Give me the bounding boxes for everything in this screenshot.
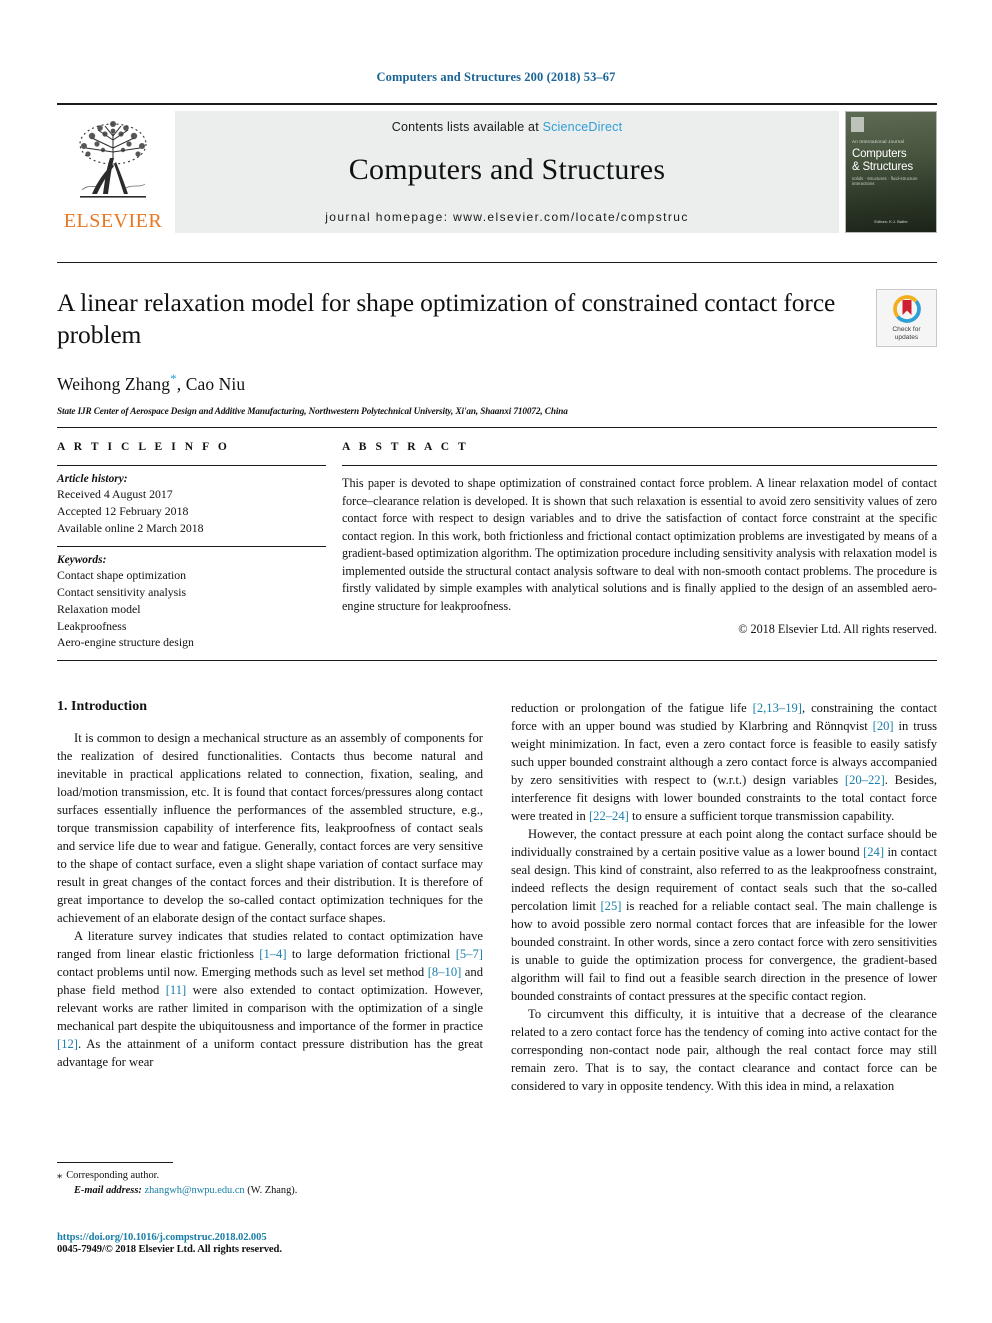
citation-ref[interactable]: [8–10]	[428, 965, 462, 979]
elsevier-tree-icon	[79, 121, 147, 198]
abstract-copyright: © 2018 Elsevier Ltd. All rights reserved…	[738, 621, 937, 636]
journal-title: Computers and Structures	[348, 153, 666, 186]
crossmark-line-2: updates	[894, 334, 919, 342]
page-title: A linear relaxation model for shape opti…	[57, 288, 836, 350]
elsevier-logo: ELSEVIER	[57, 111, 169, 233]
article-history-online: Available online 2 March 2018	[57, 520, 204, 535]
cover-name-line1: Computers	[852, 148, 907, 160]
citation-ref[interactable]: [22–24]	[589, 809, 629, 823]
abstract-column: A B S T R A C T This paper is devoted to…	[342, 441, 937, 661]
footnote-email-line: E-mail address: zhangwh@nwpu.edu.cn (W. …	[57, 1183, 483, 1199]
journal-cover-thumbnail: An International Journal Computers & Str…	[845, 111, 937, 233]
citation-ref[interactable]: [20–22]	[845, 773, 885, 787]
paragraph: reduction or prolongation of the fatigue…	[511, 701, 938, 823]
keyword-item: Leakproofness	[57, 618, 127, 633]
crossmark-icon	[892, 295, 921, 323]
paragraph: To circumvent this difficulty, it is int…	[511, 1007, 937, 1093]
keywords-label: Keywords:	[57, 554, 107, 567]
article-history-group: Article history: Received 4 August 2017 …	[57, 466, 326, 546]
keyword-item: Aero-engine structure design	[57, 635, 194, 650]
cover-name-line2: & Structures	[852, 161, 913, 174]
article-history-label: Article history:	[57, 473, 128, 485]
contents-prefix: Contents lists available at	[391, 120, 539, 134]
paragraph: However, the contact pressure at each po…	[511, 827, 937, 1003]
imprint-block: https://doi.org/10.1016/j.compstruc.2018…	[57, 1232, 483, 1255]
footnote-star-marker: ⁎	[57, 1169, 63, 1181]
footnote-block: ⁎ Corresponding author. E-mail address: z…	[57, 1157, 483, 1199]
footnote-email-address[interactable]: zhangwh@nwpu.edu.cn	[144, 1185, 244, 1196]
sciencedirect-link[interactable]: ScienceDirect	[543, 120, 623, 134]
cover-kicker: An International Journal	[852, 139, 905, 144]
abstract-heading: A B S T R A C T	[342, 441, 469, 453]
abstract-text: This paper is devoted to shape optimizat…	[342, 476, 937, 613]
citation-ref[interactable]: [20]	[873, 719, 894, 733]
affiliation: State IJR Center of Aerospace Design and…	[57, 406, 568, 417]
keyword-item: Contact shape optimization	[57, 568, 187, 583]
article-info-column: A R T I C L E I N F O Article history: R…	[57, 441, 342, 661]
crossmark-label: Check for updates	[892, 326, 920, 342]
article-history-accepted: Accepted 12 February 2018	[57, 503, 189, 518]
citation-ref[interactable]: [12]	[57, 1037, 78, 1051]
footnote-rule	[57, 1161, 173, 1163]
cover-journal-name: Computers & Structures	[852, 148, 932, 174]
body-column-left: 1. Introduction It is common to design a…	[57, 699, 483, 1283]
cover-footer: Editors: K.J. Bathe	[874, 219, 908, 224]
citation-ref[interactable]: [24]	[863, 845, 884, 859]
keyword-item: Contact sensitivity analysis	[57, 585, 187, 599]
citation-ref[interactable]: [5–7]	[456, 947, 483, 961]
contents-available-line: Contents lists available at ScienceDirec…	[392, 120, 623, 134]
citation-ref[interactable]: [25]	[600, 899, 621, 913]
citation-ref[interactable]: [1–4]	[259, 947, 286, 961]
title-block: A linear relaxation model for shape opti…	[57, 262, 937, 416]
keyword-item: Relaxation model	[57, 601, 141, 616]
footnote-email-label: E-mail address:	[74, 1185, 142, 1197]
author-second: , Cao Niu	[176, 374, 246, 395]
keywords-group: Keywords: Contact shape optimization Con…	[57, 547, 326, 661]
elsevier-wordmark: ELSEVIER	[63, 210, 163, 232]
citation-ref[interactable]: [11]	[166, 983, 187, 997]
journal-masthead: ELSEVIER Contents lists available at Sci…	[57, 103, 937, 233]
author-corresponding: Weihong Zhang	[57, 374, 171, 395]
paper-page: Computers and Structures 200 (2018) 53–6…	[0, 0, 992, 1323]
paragraph: It is common to design a mechanical stru…	[57, 731, 483, 925]
section-title-introduction: 1. Introduction	[57, 699, 147, 714]
footnote-email-suffix: (W. Zhang).	[247, 1185, 298, 1197]
issn-copyright-line: 0045-7949/© 2018 Elsevier Ltd. All right…	[57, 1244, 282, 1255]
footnote-corresponding-author: ⁎ Corresponding author.	[57, 1168, 483, 1184]
info-and-abstract: A R T I C L E I N F O Article history: R…	[57, 427, 937, 661]
crossmark-badge[interactable]: Check for updates	[876, 289, 937, 347]
citation-ref[interactable]: [2,13–19]	[753, 701, 802, 715]
body-column-right: reduction or prolongation of the fatigue…	[511, 699, 937, 1283]
footnote-corresponding-text: Corresponding author.	[66, 1169, 160, 1181]
article-info-heading: A R T I C L E I N F O	[57, 441, 230, 453]
author-list: Weihong Zhang*, Cao Niu	[57, 371, 937, 395]
cover-tagline: solids · structures · fluid-structure in…	[852, 176, 918, 186]
cover-publisher-badge	[851, 117, 864, 132]
paragraph: A literature survey indicates that studi…	[57, 929, 483, 1069]
journal-homepage-line[interactable]: journal homepage: www.elsevier.com/locat…	[325, 210, 689, 224]
running-head: Computers and Structures 200 (2018) 53–6…	[376, 70, 616, 84]
doi-link[interactable]: https://doi.org/10.1016/j.compstruc.2018…	[57, 1232, 483, 1243]
masthead-banner: Contents lists available at ScienceDirec…	[175, 111, 839, 233]
article-history-received: Received 4 August 2017	[57, 487, 173, 501]
crossmark-line-1: Check for	[892, 326, 921, 333]
corresponding-author-marker[interactable]: *	[170, 371, 177, 386]
body-columns: 1. Introduction It is common to design a…	[57, 660, 937, 1283]
